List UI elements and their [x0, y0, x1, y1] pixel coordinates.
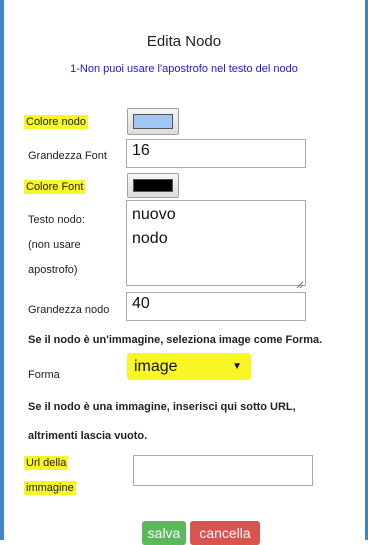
- node-size-input[interactable]: 40: [126, 292, 306, 321]
- node-text-label-line2: (non usare: [28, 239, 81, 251]
- apostrophe-note: 1-Non puoi usare l'apostrofo nel testo d…: [70, 63, 298, 75]
- shape-select-value: image: [134, 357, 178, 375]
- image-url-label-line1: Url della: [24, 456, 69, 470]
- node-color-swatch: [133, 114, 173, 129]
- shape-select[interactable]: image ▼: [130, 356, 246, 377]
- cancel-button[interactable]: cancella: [190, 521, 260, 545]
- node-text-textarea[interactable]: nuovo nodo: [126, 200, 306, 286]
- node-color-picker[interactable]: [127, 108, 179, 135]
- font-color-picker[interactable]: [127, 173, 179, 198]
- image-url-label-line2: immagine: [24, 481, 76, 495]
- dialog-left-border: [0, 0, 4, 540]
- url-hint-line1: Se il nodo è una immagine, inserisci qui…: [28, 401, 296, 413]
- node-text-label-line3: apostrofo): [28, 264, 78, 276]
- node-size-label: Grandezza nodo: [28, 304, 110, 316]
- shape-label: Forma: [28, 369, 60, 381]
- save-button[interactable]: salva: [142, 521, 186, 545]
- chevron-down-icon: ▼: [232, 361, 242, 372]
- node-text-label-line1: Testo nodo:: [28, 214, 85, 226]
- textarea-resize-handle[interactable]: [296, 276, 304, 289]
- font-size-label: Grandezza Font: [28, 150, 107, 162]
- image-shape-hint: Se il nodo è un'immagine, seleziona imag…: [28, 334, 323, 346]
- node-color-label: Colore nodo: [24, 115, 88, 129]
- font-color-label: Colore Font: [24, 180, 86, 194]
- dialog-title: Edita Nodo: [146, 33, 222, 50]
- font-color-swatch: [133, 179, 173, 192]
- image-url-input[interactable]: [133, 455, 313, 486]
- shape-select-highlight: image ▼: [127, 353, 251, 380]
- font-size-input[interactable]: 16: [126, 139, 306, 168]
- url-hint-line2: altrimenti lascia vuoto.: [28, 430, 148, 442]
